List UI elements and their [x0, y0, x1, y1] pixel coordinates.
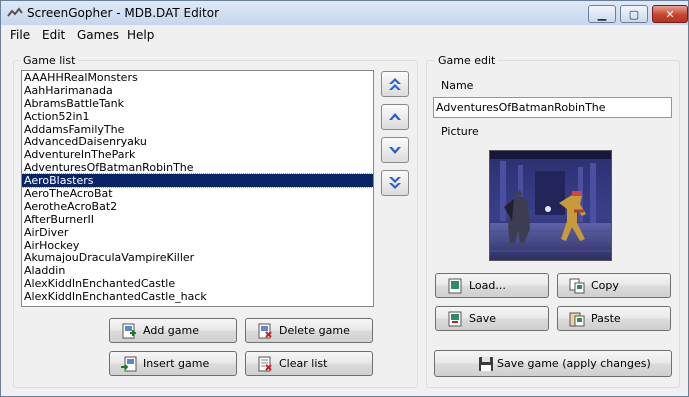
list-item[interactable]: Action52in1 — [22, 110, 373, 123]
delete-game-button[interactable]: Delete game — [245, 318, 373, 343]
gopher-app-icon — [7, 7, 23, 17]
double-up-arrow-icon — [389, 78, 401, 90]
list-item[interactable]: AdventureInThePark — [22, 148, 373, 161]
move-up-button[interactable] — [381, 104, 409, 130]
floppy-disk-icon — [479, 357, 493, 371]
copy-label: Copy — [591, 279, 619, 292]
up-arrow-icon — [389, 113, 401, 120]
add-game-button[interactable]: Add game — [109, 318, 237, 343]
list-item[interactable]: AfterBurnerII — [22, 213, 373, 226]
maximize-button[interactable]: ▢ — [620, 5, 648, 23]
menu-edit[interactable]: Edit — [42, 28, 65, 42]
save-label: Save — [469, 312, 497, 325]
game-list-label: Game list — [20, 54, 79, 67]
double-down-arrow-icon — [389, 177, 401, 189]
paste-picture-button[interactable]: Paste — [557, 306, 671, 331]
down-arrow-icon — [389, 147, 401, 154]
save-game-button[interactable]: Save game (apply changes) — [434, 350, 672, 377]
list-item[interactable]: AerotheAcroBat2 — [22, 200, 373, 213]
list-item[interactable]: AAAHHRealMonsters — [22, 71, 373, 84]
insert-game-label: Insert game — [143, 357, 210, 370]
title-bar[interactable]: ScreenGopher - MDB.DAT Editor ▁ ▢ ✕ — [1, 1, 688, 25]
app-window: ScreenGopher - MDB.DAT Editor ▁ ▢ ✕ File… — [0, 0, 689, 397]
game-listbox[interactable]: AAAHHRealMonsters AahHarimanada AbramsBatt… — [21, 70, 374, 307]
list-item[interactable]: AirDiver — [22, 226, 373, 239]
paste-label: Paste — [591, 312, 621, 325]
save-icon — [448, 311, 462, 327]
list-item[interactable]: AeroTheAcroBat — [22, 187, 373, 200]
list-item[interactable]: AkumajouDraculaVampireKiller — [22, 251, 373, 265]
game-edit-label: Game edit — [435, 54, 499, 67]
copy-icon — [569, 278, 585, 294]
game-scene-image — [490, 151, 611, 260]
window-title: ScreenGopher - MDB.DAT Editor — [27, 6, 219, 20]
insert-game-icon — [121, 356, 137, 372]
minimize-button[interactable]: ▁ — [588, 5, 616, 23]
close-button[interactable]: ✕ — [652, 5, 688, 23]
list-item[interactable]: AirHockey — [22, 239, 373, 252]
save-picture-button[interactable]: Save — [435, 306, 549, 331]
delete-game-label: Delete game — [279, 324, 350, 337]
list-item[interactable]: AbramsBattleTank — [22, 97, 373, 110]
picture-label: Picture — [441, 125, 479, 138]
copy-picture-button[interactable]: Copy — [557, 273, 671, 298]
menu-file[interactable]: File — [10, 28, 30, 42]
menu-bar: File Edit Games Help — [1, 25, 688, 45]
name-label: Name — [441, 79, 474, 92]
add-game-label: Add game — [143, 324, 199, 337]
load-icon — [448, 278, 462, 294]
insert-game-button[interactable]: Insert game — [109, 351, 237, 376]
menu-games[interactable]: Games — [77, 28, 119, 42]
list-item[interactable]: AeroBlasters — [22, 173, 373, 189]
menu-help[interactable]: Help — [127, 28, 154, 42]
move-to-bottom-button[interactable] — [381, 170, 409, 196]
list-item[interactable]: Aladdin — [22, 264, 373, 277]
load-label: Load... — [469, 279, 506, 292]
list-item[interactable]: AahHarimanada — [22, 84, 373, 97]
list-item[interactable]: AdventuresOfBatmanRobinThe — [22, 161, 373, 174]
add-game-icon — [122, 323, 136, 339]
list-item[interactable]: AdvancedDaisenryaku — [22, 135, 373, 149]
clear-list-label: Clear list — [279, 357, 328, 370]
paste-icon — [569, 312, 585, 327]
clear-list-button[interactable]: Clear list — [245, 351, 373, 376]
move-to-top-button[interactable] — [381, 71, 409, 97]
list-item[interactable]: AddamsFamilyThe — [22, 123, 373, 136]
list-item[interactable]: AlexKiddInEnchantedCastle — [22, 277, 373, 290]
game-screenshot-image — [489, 150, 612, 261]
move-down-button[interactable] — [381, 137, 409, 163]
save-game-label: Save game (apply changes) — [497, 357, 651, 370]
clear-list-icon — [258, 356, 272, 372]
list-item[interactable]: AlexKiddInEnchantedCastle_hack — [22, 290, 373, 303]
delete-game-icon — [258, 323, 272, 339]
load-picture-button[interactable]: Load... — [435, 273, 549, 298]
game-name-input[interactable] — [433, 97, 672, 118]
